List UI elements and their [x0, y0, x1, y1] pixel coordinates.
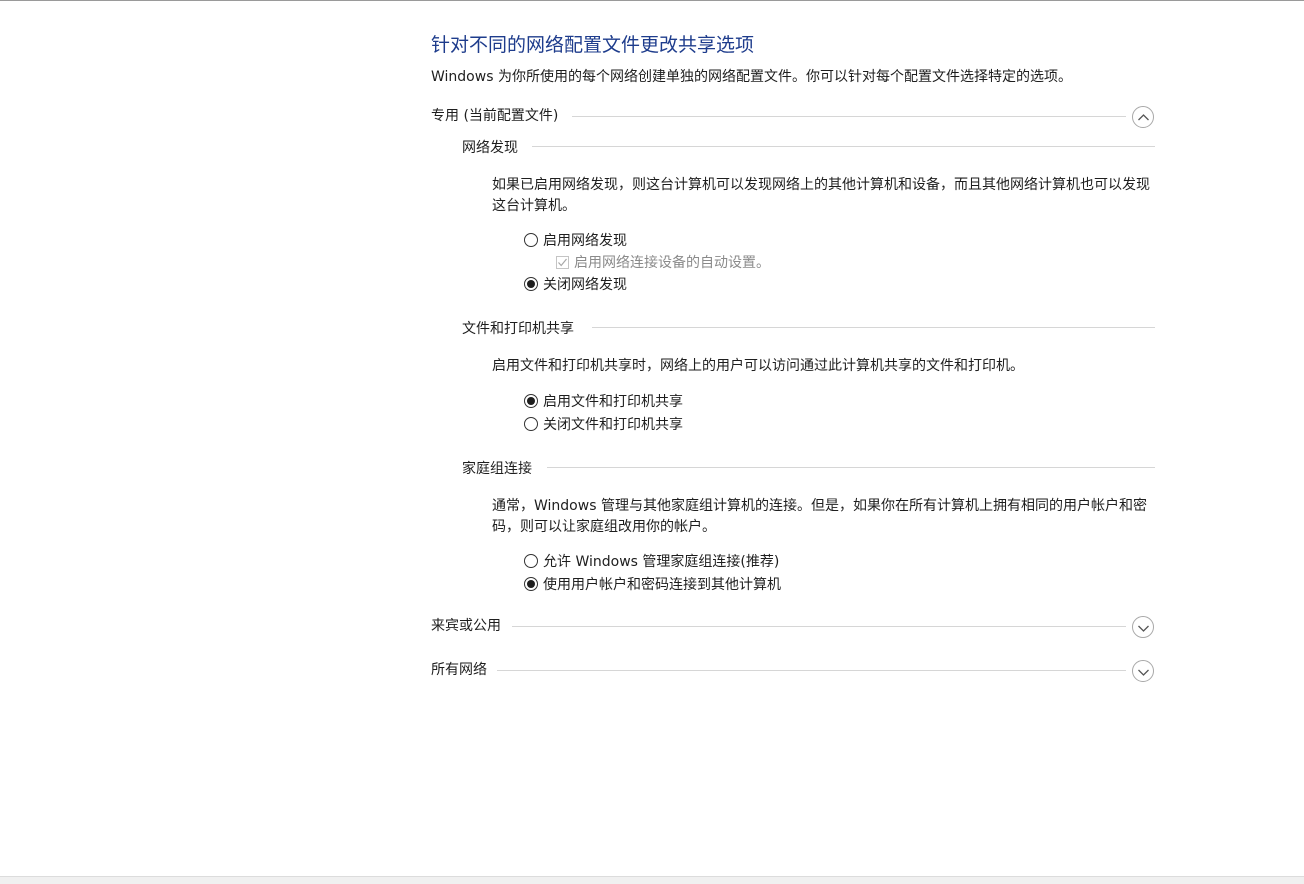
file-printer-sharing-on-radio[interactable]	[524, 394, 538, 408]
chevron-down-icon	[1138, 669, 1149, 676]
file-printer-sharing-on-label: 启用文件和打印机共享	[543, 394, 683, 410]
auto-setup-option: 启用网络连接设备的自动设置。	[556, 252, 770, 272]
homegroup-use-account-radio[interactable]	[524, 577, 538, 591]
private-profile-collapse-button[interactable]	[1132, 106, 1154, 128]
chevron-up-icon	[1138, 114, 1149, 121]
all-networks-divider	[497, 670, 1126, 671]
network-discovery-heading-text: 网络发现	[462, 140, 518, 156]
file-printer-sharing-off-option[interactable]: 关闭文件和打印机共享	[524, 414, 683, 434]
bottom-bar	[0, 876, 1304, 884]
network-discovery-on-label: 启用网络发现	[543, 233, 627, 249]
network-discovery-description: 如果已启用网络发现，则这台计算机可以发现网络上的其他计算机和设备，而且其他网络计…	[492, 177, 1150, 214]
checkmark-icon	[558, 258, 567, 266]
guest-public-expand-button[interactable]	[1132, 616, 1154, 638]
file-printer-sharing-description: 启用文件和打印机共享时，网络上的用户可以访问通过此计算机共享的文件和打印机。	[492, 358, 1024, 374]
chevron-down-icon	[1138, 625, 1149, 632]
homegroup-allow-windows-radio[interactable]	[524, 554, 538, 568]
homegroup-use-account-label: 使用用户帐户和密码连接到其他计算机	[543, 577, 781, 593]
auto-setup-checkbox	[556, 255, 569, 269]
file-printer-sharing-on-option[interactable]: 启用文件和打印机共享	[524, 391, 683, 411]
file-printer-sharing-off-label: 关闭文件和打印机共享	[543, 417, 683, 433]
private-profile-label: 专用 (当前配置文件)	[431, 108, 559, 124]
homegroup-divider	[547, 467, 1155, 468]
network-discovery-on-radio[interactable]	[524, 233, 538, 247]
file-printer-sharing-heading-text: 文件和打印机共享	[462, 321, 574, 337]
private-profile-divider	[572, 116, 1126, 117]
page-title: 针对不同的网络配置文件更改共享选项	[431, 34, 755, 56]
guest-public-label: 来宾或公用	[431, 618, 501, 634]
advanced-sharing-settings-page: 针对不同的网络配置文件更改共享选项 Windows 为你所使用的每个网络创建单独…	[0, 0, 1304, 884]
network-discovery-divider	[532, 146, 1155, 147]
private-profile-header[interactable]: 专用 (当前配置文件)	[431, 105, 558, 125]
network-discovery-on-option[interactable]: 启用网络发现	[524, 230, 627, 250]
all-networks-label: 所有网络	[431, 662, 487, 678]
file-printer-sharing-off-radio[interactable]	[524, 417, 538, 431]
homegroup-allow-windows-label: 允许 Windows 管理家庭组连接(推荐)	[543, 554, 780, 570]
homegroup-allow-windows-option[interactable]: 允许 Windows 管理家庭组连接(推荐)	[524, 551, 779, 571]
guest-public-divider	[512, 626, 1126, 627]
all-networks-header[interactable]: 所有网络	[431, 659, 487, 679]
all-networks-expand-button[interactable]	[1132, 660, 1154, 682]
network-discovery-off-radio[interactable]	[524, 277, 538, 291]
homegroup-heading-text: 家庭组连接	[462, 461, 532, 477]
file-printer-sharing-divider	[592, 327, 1155, 328]
network-discovery-off-label: 关闭网络发现	[543, 277, 627, 293]
page-description: Windows 为你所使用的每个网络创建单独的网络配置文件。你可以针对每个配置文…	[431, 69, 1072, 85]
guest-public-header[interactable]: 来宾或公用	[431, 615, 501, 635]
homegroup-use-account-option[interactable]: 使用用户帐户和密码连接到其他计算机	[524, 574, 781, 594]
homegroup-description: 通常，Windows 管理与其他家庭组计算机的连接。但是，如果你在所有计算机上拥…	[492, 498, 1147, 535]
homegroup-heading: 家庭组连接	[462, 458, 532, 478]
auto-setup-label: 启用网络连接设备的自动设置。	[574, 255, 770, 271]
network-discovery-heading: 网络发现	[462, 137, 518, 157]
file-printer-sharing-heading: 文件和打印机共享	[462, 318, 574, 338]
network-discovery-off-option[interactable]: 关闭网络发现	[524, 274, 627, 294]
